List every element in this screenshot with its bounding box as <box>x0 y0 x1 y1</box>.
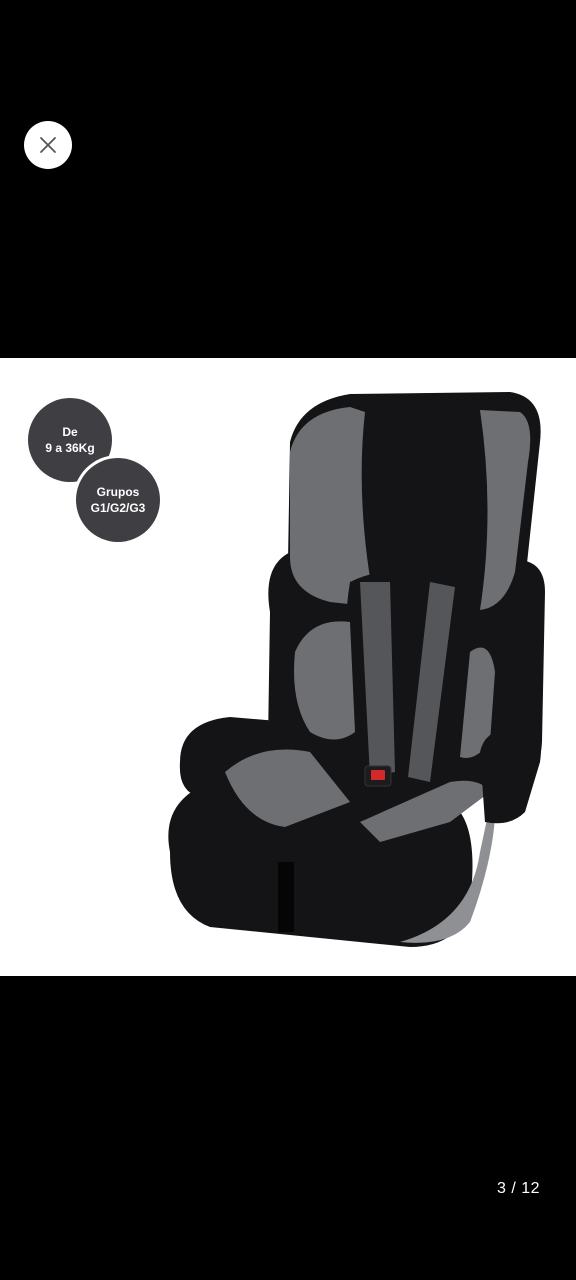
image-counter: 3 / 12 <box>496 1180 540 1197</box>
car-seat-illustration <box>168 392 545 947</box>
close-button[interactable] <box>24 121 72 169</box>
groups-badge-line1: Grupos <box>96 485 140 499</box>
weight-badge-line2: 9 a 36Kg <box>45 441 95 455</box>
product-image[interactable]: De 9 a 36Kg Grupos G1/G2/G3 <box>0 358 576 976</box>
right-armrest <box>480 727 541 824</box>
groups-badge-line2: G1/G2/G3 <box>90 501 146 515</box>
weight-badge-line1: De <box>62 425 78 439</box>
groups-badge: Grupos G1/G2/G3 <box>76 458 160 542</box>
image-viewer: De 9 a 36Kg Grupos G1/G2/G3 3 / 12 <box>0 0 576 1280</box>
close-icon <box>40 137 56 153</box>
